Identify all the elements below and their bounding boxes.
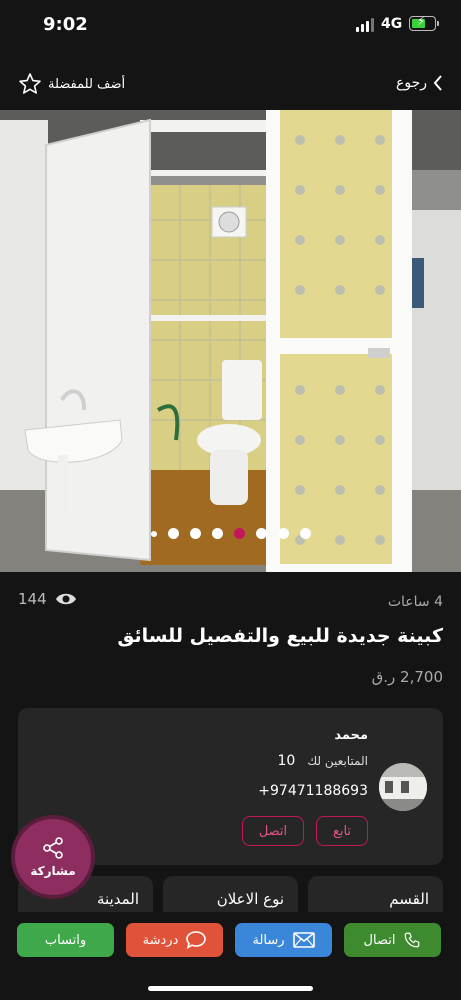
ad-title: كبينة جديدة للبيع والتفصيل للسائق bbox=[117, 625, 443, 647]
action-bar: اتصال رسالة دردشة واتساب bbox=[0, 912, 461, 1000]
nav-bar: رجوع أضف للمفضلة bbox=[0, 60, 461, 108]
views-number: 144 bbox=[18, 590, 47, 608]
chat-button[interactable]: دردشة bbox=[126, 923, 223, 957]
followers-count: 10 bbox=[277, 753, 296, 769]
battery-icon: ⚡ bbox=[409, 14, 436, 31]
add-favorite-button[interactable]: أضف للمفضلة bbox=[18, 72, 125, 96]
chat-label: دردشة bbox=[142, 932, 179, 948]
carousel-dot[interactable] bbox=[299, 528, 311, 539]
followers-label: المتابعين لك bbox=[307, 754, 368, 768]
carousel-dot[interactable] bbox=[255, 528, 267, 539]
views-count: 144 bbox=[18, 590, 77, 608]
carousel-dot[interactable] bbox=[233, 528, 245, 539]
status-time: 9:02 bbox=[43, 14, 88, 35]
message-button[interactable]: رسالة bbox=[235, 923, 332, 957]
carousel-dot[interactable] bbox=[150, 530, 157, 537]
chat-bubble-icon bbox=[186, 931, 207, 949]
carousel-dots bbox=[0, 528, 461, 539]
share-button[interactable]: مشاركة bbox=[11, 815, 95, 899]
carousel-dot[interactable] bbox=[189, 528, 201, 539]
back-label: رجوع bbox=[395, 75, 427, 91]
message-label: رسالة bbox=[252, 932, 285, 948]
ad-price: 2,700 ر.ق bbox=[371, 668, 443, 686]
back-button[interactable]: رجوع bbox=[396, 75, 443, 91]
carousel-dot[interactable] bbox=[277, 528, 289, 539]
call-label: اتصال bbox=[363, 932, 396, 948]
whatsapp-button[interactable]: واتساب bbox=[17, 923, 114, 957]
avatar[interactable] bbox=[379, 763, 427, 811]
status-bar: 9:02 4G ⚡ bbox=[0, 0, 461, 50]
mail-icon bbox=[292, 932, 315, 948]
cabin-photo bbox=[0, 110, 461, 572]
call-button[interactable]: اتصال bbox=[344, 923, 441, 957]
followers-info: المتابعين لك 10 bbox=[277, 753, 368, 769]
carousel-dot[interactable] bbox=[211, 528, 223, 539]
share-icon bbox=[43, 837, 63, 859]
ad-photo[interactable] bbox=[0, 110, 461, 572]
network-label: 4G bbox=[381, 16, 403, 32]
carousel-dot[interactable] bbox=[167, 528, 179, 539]
contact-button[interactable]: اتصل bbox=[242, 816, 304, 846]
time-ago: 4 ساعات bbox=[387, 594, 443, 610]
avatar-image bbox=[379, 763, 427, 811]
signal-icon bbox=[356, 18, 376, 32]
phone-icon bbox=[405, 932, 420, 948]
home-indicator bbox=[148, 986, 313, 991]
seller-name: محمد bbox=[334, 728, 368, 743]
eye-icon bbox=[55, 593, 76, 605]
share-label: مشاركة bbox=[30, 864, 76, 878]
star-icon bbox=[19, 73, 41, 94]
follow-button[interactable]: تابع bbox=[316, 816, 368, 846]
seller-phone[interactable]: +97471188693 bbox=[258, 783, 368, 799]
favorite-label: أضف للمفضلة bbox=[48, 76, 126, 92]
battery-tip bbox=[437, 21, 439, 26]
whatsapp-label: واتساب bbox=[44, 932, 87, 948]
chevron-left-icon bbox=[433, 75, 442, 91]
